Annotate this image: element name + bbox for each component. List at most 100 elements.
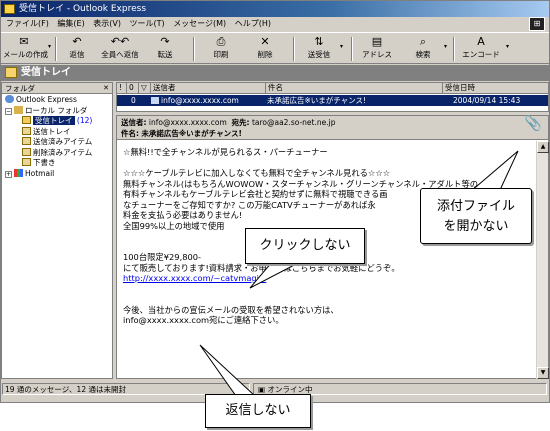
compose-button[interactable]: ✉ メールの作成 ▾: [3, 35, 51, 63]
toolbar-separator: [293, 37, 295, 61]
send-receive-icon: ⇅: [314, 35, 324, 48]
hotmail-icon: [14, 168, 23, 177]
addresses-button[interactable]: ▤ アドレス: [359, 35, 395, 63]
message-list: ! 0 ▽ 送信者 件名 受信日時 0 info@xxxx.xxxx.com 未…: [116, 82, 549, 112]
col-attachment[interactable]: 0: [127, 83, 139, 93]
from-value: info@xxxx.xxxx.com: [148, 118, 227, 127]
menu-message[interactable]: メッセージ(M): [170, 17, 229, 31]
inbox-icon: [22, 116, 31, 124]
to-label: 宛先:: [231, 118, 250, 127]
encoding-icon: A: [477, 35, 485, 48]
folder-title: 受信トレイ: [21, 67, 71, 78]
sent-items-icon: [22, 137, 31, 145]
row-sender: info@xxxx.xxxx.com: [161, 96, 239, 105]
reply-all-icon: ↶↶: [110, 35, 130, 48]
scroll-up-icon[interactable]: ▲: [537, 141, 549, 153]
send-receive-dropdown-icon[interactable]: ▾: [340, 43, 343, 50]
callout-no-reply: 返信しない: [205, 394, 311, 428]
drafts-icon: [22, 158, 31, 166]
print-button[interactable]: ⎙ 印刷: [207, 35, 235, 63]
title-bar: 受信トレイ - Outlook Express: [1, 1, 549, 17]
unread-count: (12): [76, 116, 93, 125]
scroll-down-icon[interactable]: ▼: [537, 367, 549, 379]
address-book-icon: ▤: [371, 35, 383, 48]
col-flag[interactable]: ▽: [139, 83, 151, 93]
folder-label: Hotmail: [25, 168, 55, 178]
delete-button[interactable]: ✕ 削除: [251, 35, 279, 63]
folder-deleted[interactable]: 削除済みアイテム: [2, 147, 112, 159]
app-icon: [4, 4, 15, 14]
spam-link[interactable]: http://xxxx.xxxx.com/~catvmagic/: [123, 273, 266, 283]
folder-outlook-express[interactable]: Outlook Express: [2, 95, 112, 106]
toolbar-separator: [453, 37, 455, 61]
folder-drafts[interactable]: 下書き: [2, 158, 112, 169]
folder-label: 下書き: [33, 158, 56, 167]
menu-tools[interactable]: ツール(T): [127, 17, 168, 31]
row-subject: 未承諾広告※いまがチャンス!: [267, 96, 367, 105]
col-received[interactable]: 受信日時: [443, 83, 548, 93]
encoding-button[interactable]: A エンコード ▾: [459, 35, 509, 63]
preview-header: 送信者: info@xxxx.xxxx.com 宛先: taro@aa2.so-…: [117, 116, 548, 140]
col-subject[interactable]: 件名: [266, 83, 443, 93]
toolbar-separator: [55, 37, 57, 61]
folder-label: 受信トレイ: [33, 116, 75, 125]
body-line[interactable]: info@xxxx.xxxx.com宛にご連絡下さい。: [123, 315, 531, 326]
paperclip-icon[interactable]: 📎: [525, 117, 542, 131]
folder-label: Outlook Express: [16, 95, 77, 104]
online-label: オンライン中: [267, 385, 313, 394]
folder-tree: Outlook Express − ローカル フォルダ 受信トレイ (12) 送信…: [2, 94, 112, 179]
reply-button[interactable]: ↶ 返信: [63, 35, 91, 63]
folder-local[interactable]: − ローカル フォルダ: [2, 105, 112, 117]
folder-inbox[interactable]: 受信トレイ (12): [2, 116, 112, 127]
send-receive-button[interactable]: ⇅ 送受信 ▾: [301, 35, 343, 63]
folder-label: ローカル フォルダ: [25, 105, 88, 115]
from-label: 送信者:: [121, 118, 147, 127]
forward-button[interactable]: ↷ 転送: [151, 35, 179, 63]
reply-all-button[interactable]: ↶↶ 全員へ返信: [97, 35, 143, 63]
find-button[interactable]: ⌕ 検索 ▾: [405, 35, 448, 63]
windows-logo-icon: ⊞: [529, 17, 545, 31]
toolbar: ✉ メールの作成 ▾ ↶ 返信 ↶↶ 全員へ返信 ↷ 転送 ⎙ 印刷 ✕ 削除 …: [1, 32, 549, 64]
row-date: 2004/09/14 15:43: [453, 96, 521, 105]
find-dropdown-icon[interactable]: ▾: [444, 43, 447, 50]
body-line: 今後、当社からの宣伝メールの受取を希望されない方は、: [123, 304, 339, 315]
compose-icon: ✉: [19, 35, 29, 48]
col-priority[interactable]: !: [117, 83, 127, 93]
subject-value: 未承諾広告※いまがチャンス!: [141, 129, 242, 138]
window-title: 受信トレイ - Outlook Express: [19, 4, 147, 14]
folder-outbox[interactable]: 送信トレイ: [2, 126, 112, 138]
folder-label: 送信トレイ: [33, 126, 71, 136]
menu-file[interactable]: ファイル(F): [1, 17, 52, 31]
toolbar-separator: [351, 37, 353, 61]
menu-edit[interactable]: 編集(E): [54, 17, 87, 31]
print-icon: ⎙: [216, 35, 226, 48]
vertical-scrollbar[interactable]: ▲ ▼: [536, 141, 549, 379]
expand-icon[interactable]: +: [5, 170, 12, 178]
message-icon: [151, 97, 159, 104]
table-row[interactable]: 0 info@xxxx.xxxx.com 未承諾広告※いまがチャンス! 2004…: [117, 95, 548, 106]
forward-icon: ↷: [160, 35, 170, 48]
local-folders-icon: [14, 105, 23, 114]
folder-pane-title: フォルダ: [5, 84, 35, 93]
toolbar-separator: [193, 37, 195, 61]
menu-view[interactable]: 表示(V): [90, 17, 124, 31]
deleted-items-icon: [22, 147, 31, 156]
subject-label: 件名:: [121, 129, 139, 138]
menu-bar: ファイル(F) 編集(E) 表示(V) ツール(T) メッセージ(M) ヘルプ(…: [1, 17, 549, 31]
folder-hotmail[interactable]: + Hotmail: [2, 168, 112, 180]
close-icon[interactable]: ✕: [103, 83, 109, 94]
col-sender[interactable]: 送信者: [151, 83, 266, 93]
delete-icon: ✕: [260, 35, 270, 48]
collapse-icon[interactable]: −: [5, 107, 12, 115]
callout-no-click: クリックしない: [245, 228, 365, 264]
encoding-dropdown-icon[interactable]: ▾: [506, 43, 509, 50]
menu-help[interactable]: ヘルプ(H): [232, 17, 274, 31]
inbox-icon: [5, 67, 17, 78]
to-value: taro@aa2.so-net.ne.jp: [251, 118, 336, 127]
outlook-express-icon: [5, 95, 14, 103]
folder-sent[interactable]: 送信済みアイテム: [2, 137, 112, 148]
folder-title-bar: 受信トレイ: [1, 65, 549, 81]
compose-dropdown-icon[interactable]: ▾: [48, 43, 51, 50]
attachment-icon: 0: [131, 96, 136, 105]
folder-pane: フォルダ ✕ Outlook Express − ローカル フォルダ 受信トレイ …: [1, 82, 113, 379]
